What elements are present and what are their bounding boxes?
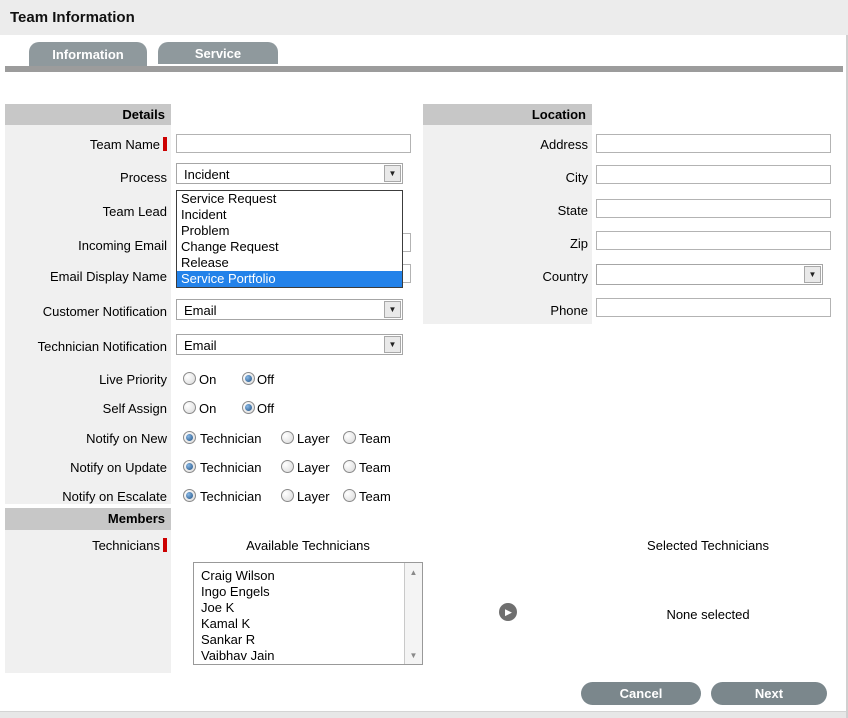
notify-on-escalate-layer-label: Layer: [297, 489, 330, 505]
tab-service[interactable]: Service: [158, 42, 278, 64]
location-section-header: Location: [423, 104, 592, 125]
process-select[interactable]: Incident ▼: [176, 163, 403, 184]
list-item[interactable]: Sankar R: [194, 632, 422, 648]
customer-notification-label: Customer Notification: [5, 303, 167, 319]
cancel-button[interactable]: Cancel: [581, 682, 701, 705]
state-input[interactable]: [596, 199, 831, 218]
scroll-up-icon[interactable]: ▲: [405, 565, 422, 579]
notify-on-new-team-radio[interactable]: [343, 431, 356, 444]
available-technicians-listbox[interactable]: Craig Wilson Ingo Engels Joe K Kamal K S…: [193, 562, 423, 665]
live-priority-off-radio[interactable]: [242, 372, 255, 385]
notify-on-new-label: Notify on New: [5, 430, 167, 446]
process-select-value: Incident: [184, 167, 230, 182]
zip-label: Zip: [423, 235, 588, 251]
technician-notification-label: Technician Notification: [5, 338, 167, 354]
selected-technicians-header: Selected Technicians: [598, 538, 818, 554]
process-label: Process: [5, 169, 167, 185]
chevron-down-icon[interactable]: ▼: [384, 336, 401, 353]
chevron-down-icon[interactable]: ▼: [804, 266, 821, 283]
process-option[interactable]: Service Request: [177, 191, 402, 207]
phone-label: Phone: [423, 302, 588, 318]
live-priority-label: Live Priority: [5, 371, 167, 387]
required-marker: [163, 137, 167, 151]
required-marker: [163, 538, 167, 552]
listbox-scrollbar[interactable]: ▲ ▼: [404, 563, 422, 664]
notify-on-escalate-technician-label: Technician: [200, 489, 261, 505]
self-assign-on-radio[interactable]: [183, 401, 196, 414]
country-label: Country: [423, 268, 588, 284]
play-icon: ▶: [505, 608, 512, 617]
process-option-highlighted[interactable]: Service Portfolio: [177, 271, 402, 287]
notify-on-escalate-layer-radio[interactable]: [281, 489, 294, 502]
process-option[interactable]: Incident: [177, 207, 402, 223]
zip-input[interactable]: [596, 231, 831, 250]
tab-information[interactable]: Information: [29, 42, 147, 66]
team-name-label: Team Name: [5, 136, 167, 152]
tab-service-label: Service: [195, 46, 241, 61]
list-item[interactable]: Joe K: [194, 600, 422, 616]
notify-on-update-technician-radio[interactable]: [183, 460, 196, 473]
self-assign-off-radio[interactable]: [242, 401, 255, 414]
city-input[interactable]: [596, 165, 831, 184]
notify-on-escalate-technician-radio[interactable]: [183, 489, 196, 502]
location-label-column: [423, 125, 592, 324]
process-option[interactable]: Release: [177, 255, 402, 271]
notify-on-update-team-label: Team: [359, 460, 391, 476]
team-lead-label: Team Lead: [5, 203, 167, 219]
list-item[interactable]: Kamal K: [194, 616, 422, 632]
technician-notification-select[interactable]: Email ▼: [176, 334, 403, 355]
list-item[interactable]: Vaibhav Jain: [194, 648, 422, 664]
process-option[interactable]: Change Request: [177, 239, 402, 255]
self-assign-on-label: On: [199, 401, 216, 417]
team-information-page: Team Information Information Service Det…: [0, 0, 848, 718]
notify-on-new-team-label: Team: [359, 431, 391, 447]
scroll-down-icon[interactable]: ▼: [405, 648, 422, 662]
incoming-email-label: Incoming Email: [5, 237, 167, 253]
customer-notification-select[interactable]: Email ▼: [176, 299, 403, 320]
notify-on-escalate-team-radio[interactable]: [343, 489, 356, 502]
address-label: Address: [423, 136, 588, 152]
notify-on-new-layer-label: Layer: [297, 431, 330, 447]
state-label: State: [423, 202, 588, 218]
country-select[interactable]: ▼: [596, 264, 823, 285]
tab-information-label: Information: [52, 47, 124, 62]
email-display-name-label: Email Display Name: [5, 268, 167, 284]
list-item[interactable]: Ingo Engels: [194, 584, 422, 600]
phone-input[interactable]: [596, 298, 831, 317]
process-dropdown-list: Service Request Incident Problem Change …: [176, 190, 403, 288]
list-item[interactable]: Craig Wilson: [194, 568, 422, 584]
live-priority-off-label: Off: [257, 372, 274, 388]
notify-on-new-technician-radio[interactable]: [183, 431, 196, 444]
move-right-button[interactable]: ▶: [499, 603, 517, 621]
notify-on-update-label: Notify on Update: [5, 459, 167, 475]
notify-on-update-layer-label: Layer: [297, 460, 330, 476]
notify-on-update-team-radio[interactable]: [343, 460, 356, 473]
details-section-header: Details: [5, 104, 171, 125]
page-title: Team Information: [10, 9, 135, 26]
city-label: City: [423, 169, 588, 185]
live-priority-on-label: On: [199, 372, 216, 388]
chevron-down-icon[interactable]: ▼: [384, 301, 401, 318]
none-selected-text: None selected: [598, 607, 818, 623]
notify-on-update-layer-radio[interactable]: [281, 460, 294, 473]
members-section-header: Members: [5, 508, 171, 530]
tab-underline: [5, 66, 843, 72]
process-option[interactable]: Problem: [177, 223, 402, 239]
notify-on-escalate-label: Notify on Escalate: [5, 488, 167, 504]
address-input[interactable]: [596, 134, 831, 153]
self-assign-label: Self Assign: [5, 400, 167, 416]
notify-on-update-technician-label: Technician: [200, 460, 261, 476]
notify-on-new-technician-label: Technician: [200, 431, 261, 447]
chevron-down-icon[interactable]: ▼: [384, 165, 401, 182]
team-name-input[interactable]: [176, 134, 411, 153]
self-assign-off-label: Off: [257, 401, 274, 417]
next-button[interactable]: Next: [711, 682, 827, 705]
live-priority-on-radio[interactable]: [183, 372, 196, 385]
notify-on-new-layer-radio[interactable]: [281, 431, 294, 444]
technicians-label: Technicians: [5, 537, 167, 553]
notify-on-escalate-team-label: Team: [359, 489, 391, 505]
available-technicians-header: Available Technicians: [193, 538, 423, 554]
bottom-edge: [0, 711, 848, 718]
